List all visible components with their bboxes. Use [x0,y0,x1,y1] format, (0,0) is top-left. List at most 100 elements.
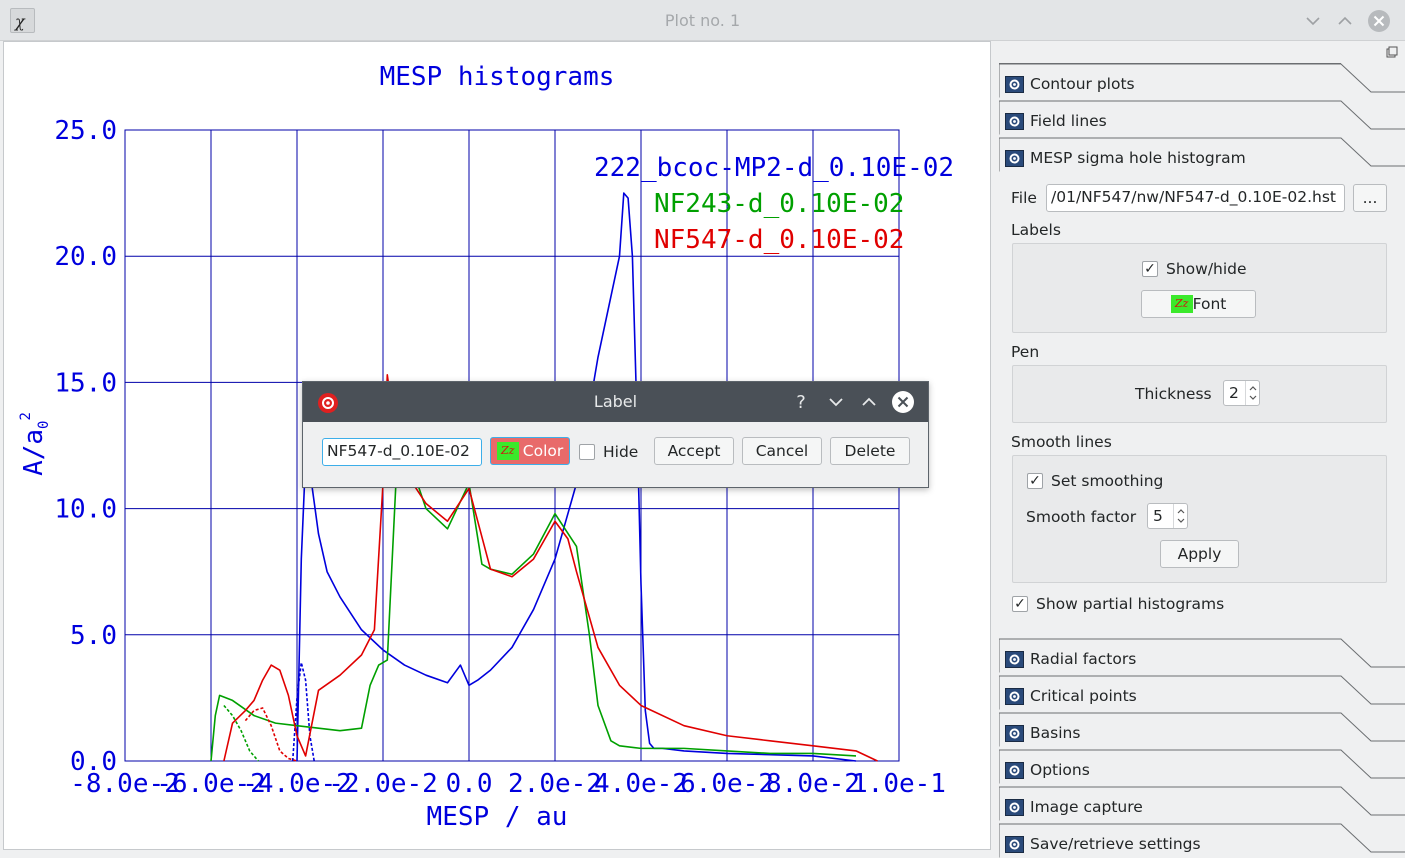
hide-checkbox[interactable] [579,444,595,460]
chart-title: MESP histograms [380,62,615,92]
partial-histograms-checkbox[interactable]: ✓ [1012,596,1028,612]
x-tick-label: 6.0e-2 [680,769,774,799]
close-window-button[interactable] [1366,8,1392,34]
dialog-close-button[interactable] [891,390,915,414]
section-label: Critical points [1030,687,1137,705]
label-text-input[interactable]: NF547-d_0.10E-02 [322,438,482,466]
showhide-label: Show/hide [1166,260,1247,278]
section-contour-plots[interactable]: Contour plots [999,62,1405,98]
section-options[interactable]: Options [999,748,1405,784]
section-image-capture[interactable]: Image capture [999,785,1405,821]
dialog-title-bar[interactable]: Label ? [303,382,928,422]
gear-icon [1005,76,1024,93]
close-icon [1368,10,1390,32]
svg-text:A/a02: A/a02 [18,412,52,476]
set-smoothing-label: Set smoothing [1051,472,1164,490]
legend-entry-red[interactable]: NF547-d_0.10E-02 [654,225,904,255]
settings-panel: Contour plots Field lines MESP sigma hol… [996,41,1405,858]
dialog-maximize-button[interactable] [857,390,881,414]
close-icon [892,391,914,413]
font-button-label: Font [1192,295,1227,313]
spin-arrows[interactable] [1245,381,1259,405]
y-axis-label-main: A/a [19,429,49,476]
gear-icon [1005,799,1024,816]
x-tick-label: 0.0 [446,769,493,799]
partial-histogram-line [291,661,315,762]
x-tick-label: 4.0e-2 [594,769,688,799]
title-bar: χ Plot no. 1 [0,0,1405,41]
thickness-label: Thickness [1135,385,1212,403]
accept-button[interactable]: Accept [654,437,734,465]
color-button[interactable]: Zz Color [490,437,570,465]
y-tick-label: 10.0 [54,495,117,525]
smooth-factor-label: Smooth factor [1026,508,1137,526]
section-label: Field lines [1030,112,1107,130]
smooth-factor-value: 5 [1153,507,1163,525]
gear-icon [1005,150,1024,167]
minimize-button[interactable] [1300,8,1326,34]
y-axis-label: A/a02 [18,412,52,476]
x-tick-label: 2.0e-2 [508,769,602,799]
showhide-checkbox[interactable]: ✓ [1142,261,1158,277]
section-label: Basins [1030,724,1081,742]
color-button-label: Color [522,442,564,460]
section-label: MESP sigma hole histogram [1030,149,1246,167]
legend-entry-blue[interactable]: 222_bcoc-MP2-d_0.10E-02 [594,153,954,183]
labels-group [1012,243,1387,333]
gear-icon [1005,113,1024,130]
gear-icon [1005,688,1024,705]
section-save-retrieve[interactable]: Save/retrieve settings [999,822,1405,858]
apply-button[interactable]: Apply [1160,540,1239,568]
partial-histogram-line [244,707,298,762]
label-dialog: Label ? NF547-d_0.10E-02 Zz Color Hide Ac… [302,381,929,488]
smooth-factor-spinbox[interactable]: 5 [1147,503,1188,529]
window-title: Plot no. 1 [664,11,741,30]
gear-icon [1005,836,1024,853]
x-axis-label: MESP / au [427,802,568,832]
section-field-lines[interactable]: Field lines [999,99,1405,135]
pen-group-title: Pen [1011,343,1040,361]
y-tick-label: 15.0 [54,368,117,398]
gear-icon [1005,725,1024,742]
help-button[interactable]: ? [789,390,813,414]
hide-label: Hide [603,443,639,461]
dialog-minimize-button[interactable] [824,390,848,414]
cancel-button[interactable]: Cancel [742,437,822,465]
set-smoothing-checkbox[interactable]: ✓ [1027,473,1043,489]
partial-histograms-label: Show partial histograms [1036,595,1225,613]
section-radial-factors[interactable]: Radial factors [999,637,1405,673]
labels-group-title: Labels [1011,221,1061,239]
x-tick-label: -2.0e-2 [328,769,438,799]
chevron-down-icon [1306,17,1320,26]
file-path-value: /01/NF547/nw/NF547-d_0.10E-02.hst [1051,188,1337,206]
section-critical-points[interactable]: Critical points [999,674,1405,710]
file-label: File [1011,189,1037,207]
chevron-up-icon [1338,16,1352,25]
x-tick-label: 1.0e-1 [852,769,946,799]
delete-button[interactable]: Delete [830,437,910,465]
section-label: Save/retrieve settings [1030,835,1201,853]
font-button[interactable]: Zz Font [1141,290,1256,318]
y-tick-label: 0.0 [70,747,117,777]
font-sample-icon: Zz [1170,295,1193,313]
smooth-group-title: Smooth lines [1011,433,1112,451]
y-axis-label-sub: 0 [36,421,52,429]
section-label: Contour plots [1030,75,1135,93]
thickness-value: 2 [1229,384,1239,402]
legend-entry-green[interactable]: NF243-d_0.10E-02 [654,189,904,219]
chevron-up-icon [862,397,876,406]
color-sample-icon: Zz [496,442,519,460]
section-basins[interactable]: Basins [999,711,1405,747]
section-mesp-histogram[interactable]: MESP sigma hole histogram [999,136,1405,172]
file-path-input[interactable]: /01/NF547/nw/NF547-d_0.10E-02.hst [1046,184,1345,212]
section-label: Options [1030,761,1090,779]
y-axis-label-sup: 2 [18,412,34,420]
browse-button[interactable]: ... [1353,184,1387,212]
chevron-down-icon [829,398,843,407]
gear-icon [1005,651,1024,668]
maximize-button[interactable] [1332,8,1358,34]
spin-arrows[interactable] [1173,504,1187,528]
float-panel-icon[interactable] [1386,46,1398,58]
section-label: Image capture [1030,798,1143,816]
thickness-spinbox[interactable]: 2 [1223,380,1260,406]
